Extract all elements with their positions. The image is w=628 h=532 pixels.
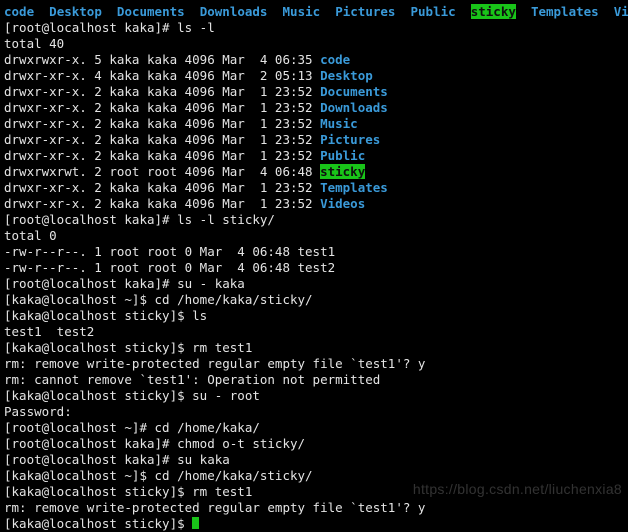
list-row: drwxrwxr-x. 5 kaka kaka 4096 Mar 4 06:35… xyxy=(4,52,624,68)
dir-documents: Documents xyxy=(117,4,185,19)
list-row: -rw-r--r--. 1 root root 0 Mar 4 06:48 te… xyxy=(4,260,624,276)
password-prompt[interactable]: Password: xyxy=(4,404,624,420)
list-row: drwxr-xr-x. 2 kaka kaka 4096 Mar 1 23:52… xyxy=(4,148,624,164)
ls-out: test1 test2 xyxy=(4,324,624,340)
rm-confirm1: rm: remove write-protected regular empty… xyxy=(4,356,624,372)
list-row: drwxr-xr-x. 2 kaka kaka 4096 Mar 1 23:52… xyxy=(4,132,624,148)
list-row: drwxr-xr-x. 4 kaka kaka 4096 Mar 2 05:13… xyxy=(4,68,624,84)
file-name: test1 xyxy=(298,244,336,259)
rm-confirm2: rm: remove write-protected regular empty… xyxy=(4,500,624,516)
list-row: drwxr-xr-x. 2 kaka kaka 4096 Mar 1 23:52… xyxy=(4,100,624,116)
cmd-su-kaka2[interactable]: [root@localhost kaka]# su kaka xyxy=(4,452,624,468)
cmd-cd-home-kaka[interactable]: [root@localhost ~]# cd /home/kaka/ xyxy=(4,420,624,436)
dir-desktop: Desktop xyxy=(49,4,102,19)
dir-videos: Videos xyxy=(614,4,628,19)
list-row: drwxr-xr-x. 2 kaka kaka 4096 Mar 1 23:52… xyxy=(4,196,624,212)
list-row: -rw-r--r--. 1 root root 0 Mar 4 06:48 te… xyxy=(4,244,624,260)
cmd-ls[interactable]: [kaka@localhost sticky]$ ls xyxy=(4,308,624,324)
cmd-rm-test1b[interactable]: [kaka@localhost sticky]$ rm test1 xyxy=(4,484,624,500)
dir-downloads: Downloads xyxy=(200,4,268,19)
file-name: Public xyxy=(320,148,365,163)
file-name: sticky xyxy=(320,164,365,179)
dir-pictures: Pictures xyxy=(335,4,395,19)
file-name: Videos xyxy=(320,196,365,211)
dir-music: Music xyxy=(283,4,321,19)
file-name: Downloads xyxy=(320,100,388,115)
cmd-su-kaka[interactable]: [root@localhost kaka]# su - kaka xyxy=(4,276,624,292)
list-row: drwxr-xr-x. 2 kaka kaka 4096 Mar 1 23:52… xyxy=(4,116,624,132)
dir-public: Public xyxy=(411,4,456,19)
current-prompt[interactable]: [kaka@localhost sticky]$ xyxy=(4,516,624,532)
cmd-ls-l[interactable]: [root@localhost kaka]# ls -l xyxy=(4,20,624,36)
list-row: drwxrwxrwt. 2 root root 4096 Mar 4 06:48… xyxy=(4,164,624,180)
header-directory-list: code Desktop Documents Downloads Music P… xyxy=(4,4,624,20)
ls-sticky-listing: -rw-r--r--. 1 root root 0 Mar 4 06:48 te… xyxy=(4,244,624,276)
file-name: Desktop xyxy=(320,68,373,83)
cursor-icon xyxy=(192,517,199,529)
cmd-su-root[interactable]: [kaka@localhost sticky]$ su - root xyxy=(4,388,624,404)
cmd-cd-sticky2[interactable]: [kaka@localhost ~]$ cd /home/kaka/sticky… xyxy=(4,468,624,484)
file-name: code xyxy=(320,52,350,67)
file-name: test2 xyxy=(298,260,336,275)
list-row: drwxr-xr-x. 2 kaka kaka 4096 Mar 1 23:52… xyxy=(4,180,624,196)
file-name: Templates xyxy=(320,180,388,195)
dir-templates: Templates xyxy=(531,4,599,19)
cmd-chmod[interactable]: [root@localhost kaka]# chmod o-t sticky/ xyxy=(4,436,624,452)
file-name: Documents xyxy=(320,84,388,99)
cmd-cd-sticky[interactable]: [kaka@localhost ~]$ cd /home/kaka/sticky… xyxy=(4,292,624,308)
ls-sticky-total: total 0 xyxy=(4,228,624,244)
cmd-rm-test1[interactable]: [kaka@localhost sticky]$ rm test1 xyxy=(4,340,624,356)
list-row: drwxr-xr-x. 2 kaka kaka 4096 Mar 1 23:52… xyxy=(4,84,624,100)
dir-sticky: sticky xyxy=(471,4,516,19)
dir-code: code xyxy=(4,4,34,19)
ls-total: total 40 xyxy=(4,36,624,52)
file-name: Pictures xyxy=(320,132,380,147)
file-name: Music xyxy=(320,116,358,131)
ls-listing: drwxrwxr-x. 5 kaka kaka 4096 Mar 4 06:35… xyxy=(4,52,624,212)
cmd-ls-l-sticky[interactable]: [root@localhost kaka]# ls -l sticky/ xyxy=(4,212,624,228)
rm-error: rm: cannot remove `test1': Operation not… xyxy=(4,372,624,388)
